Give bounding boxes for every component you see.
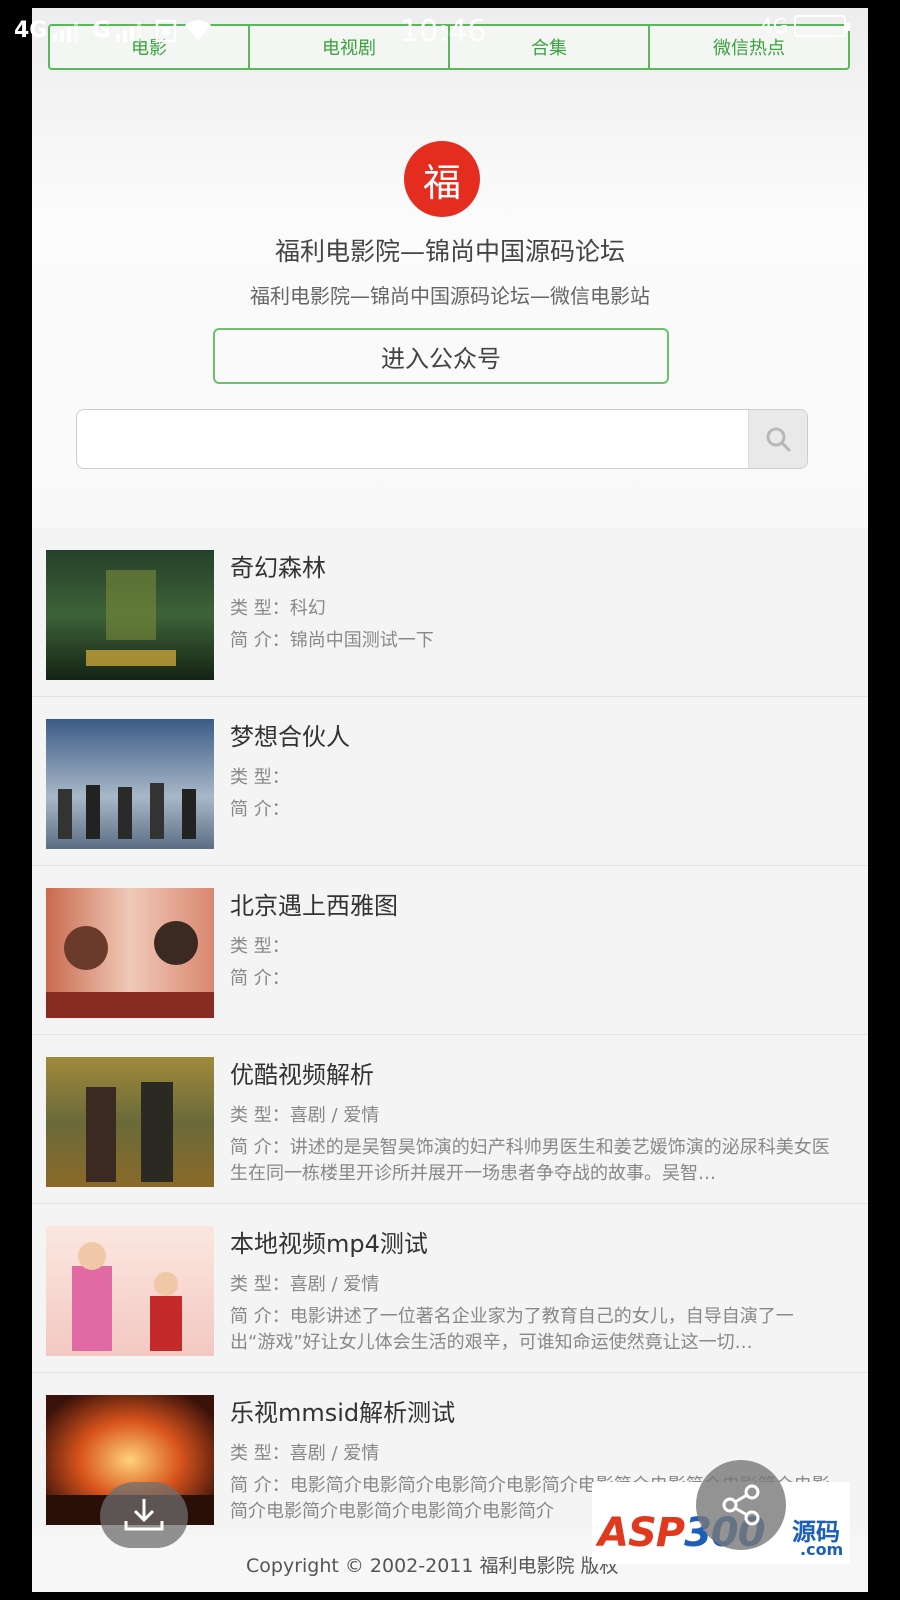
movie-poster-image bbox=[46, 719, 214, 849]
enter-official-account-button[interactable]: 进入公众号 bbox=[213, 328, 669, 384]
movie-poster-image bbox=[46, 1057, 214, 1187]
movie-description: 简 介： bbox=[230, 968, 290, 989]
movie-description: 简 介：电影讲述了一位著名企业家为了教育自己的女儿，自导自演了一出“游戏”好让女… bbox=[230, 1306, 794, 1353]
search-button[interactable] bbox=[748, 410, 807, 468]
movie-poster-image bbox=[46, 550, 214, 680]
movie-type: 类 型： bbox=[230, 767, 290, 788]
network-type-2: G bbox=[92, 18, 111, 43]
movie-list: 奇幻森林 类 型：科幻 简 介：锦尚中国测试一下 梦想合伙人 类 型： 简 介： bbox=[32, 528, 868, 1542]
header-area: 电影 电视剧 合集 微信热点 福 福利电影院—锦尚中国源码论坛 福利电影院—锦尚… bbox=[32, 8, 868, 528]
share-button[interactable] bbox=[696, 1460, 786, 1550]
watermark-text-com: .com bbox=[800, 1540, 844, 1559]
movie-title: 乐视mmsid解析测试 bbox=[230, 1399, 456, 1427]
search-bar bbox=[76, 409, 808, 469]
site-subtitle: 福利电影院—锦尚中国源码论坛—微信电影站 bbox=[250, 284, 650, 308]
search-input[interactable] bbox=[77, 410, 749, 468]
movie-poster-image bbox=[46, 1226, 214, 1356]
share-icon bbox=[722, 1484, 760, 1526]
movie-poster-image bbox=[46, 888, 214, 1018]
copyright-text: Copyright © 2002-2011 福利电影院 版权 bbox=[246, 1555, 619, 1577]
download-button[interactable] bbox=[100, 1482, 188, 1548]
battery-icon bbox=[794, 15, 851, 37]
movie-title: 奇幻森林 bbox=[230, 554, 326, 582]
network-type-1: 4G bbox=[14, 18, 48, 43]
movie-title: 北京遇上西雅图 bbox=[230, 892, 398, 920]
movie-title: 梦想合伙人 bbox=[230, 723, 350, 751]
sim-icon bbox=[156, 19, 177, 42]
movie-type: 类 型： bbox=[230, 936, 290, 957]
status-time: 10:46 bbox=[400, 14, 487, 49]
movie-description: 简 介： bbox=[230, 799, 290, 820]
movie-description: 简 介：讲述的是吴智昊饰演的妇产科帅男医生和姜艺媛饰演的泌尿科美女医生在同一栋楼… bbox=[230, 1137, 830, 1184]
site-logo: 福 bbox=[404, 141, 480, 217]
signal-icon bbox=[53, 20, 79, 42]
site-title: 福利电影院—锦尚中国源码论坛 bbox=[274, 237, 625, 266]
network-type-right: 4G bbox=[760, 14, 789, 38]
status-left: 4G G bbox=[14, 18, 213, 43]
app-screen: 电影 电视剧 合集 微信热点 福 福利电影院—锦尚中国源码论坛 福利电影院—锦尚… bbox=[32, 8, 868, 1592]
movie-description: 简 介：锦尚中国测试一下 bbox=[230, 630, 434, 651]
list-item[interactable]: 优酷视频解析 类 型：喜剧 / 爱情 简 介：讲述的是吴智昊饰演的妇产科帅男医生… bbox=[32, 1035, 868, 1204]
download-icon bbox=[124, 1499, 164, 1531]
search-icon bbox=[766, 427, 791, 452]
status-bar: 4G G 10:46 4G bbox=[0, 0, 900, 64]
signal-icon bbox=[116, 20, 142, 42]
movie-title: 本地视频mp4测试 bbox=[230, 1230, 428, 1258]
movie-title: 优酷视频解析 bbox=[230, 1061, 374, 1089]
movie-type: 类 型：喜剧 / 爱情 bbox=[230, 1274, 380, 1295]
movie-type: 类 型：喜剧 / 爱情 bbox=[230, 1105, 380, 1126]
watermark-text-asp: ASP bbox=[598, 1510, 685, 1556]
wifi-icon bbox=[185, 19, 212, 41]
movie-type: 类 型：喜剧 / 爱情 bbox=[230, 1443, 380, 1464]
movie-type: 类 型：科幻 bbox=[230, 598, 326, 619]
list-item[interactable]: 北京遇上西雅图 类 型： 简 介： bbox=[32, 866, 868, 1035]
list-item[interactable]: 本地视频mp4测试 类 型：喜剧 / 爱情 简 介：电影讲述了一位著名企业家为了… bbox=[32, 1204, 868, 1373]
list-item[interactable]: 梦想合伙人 类 型： 简 介： bbox=[32, 697, 868, 866]
status-right: 4G bbox=[760, 14, 851, 38]
list-item[interactable]: 奇幻森林 类 型：科幻 简 介：锦尚中国测试一下 bbox=[32, 528, 868, 697]
